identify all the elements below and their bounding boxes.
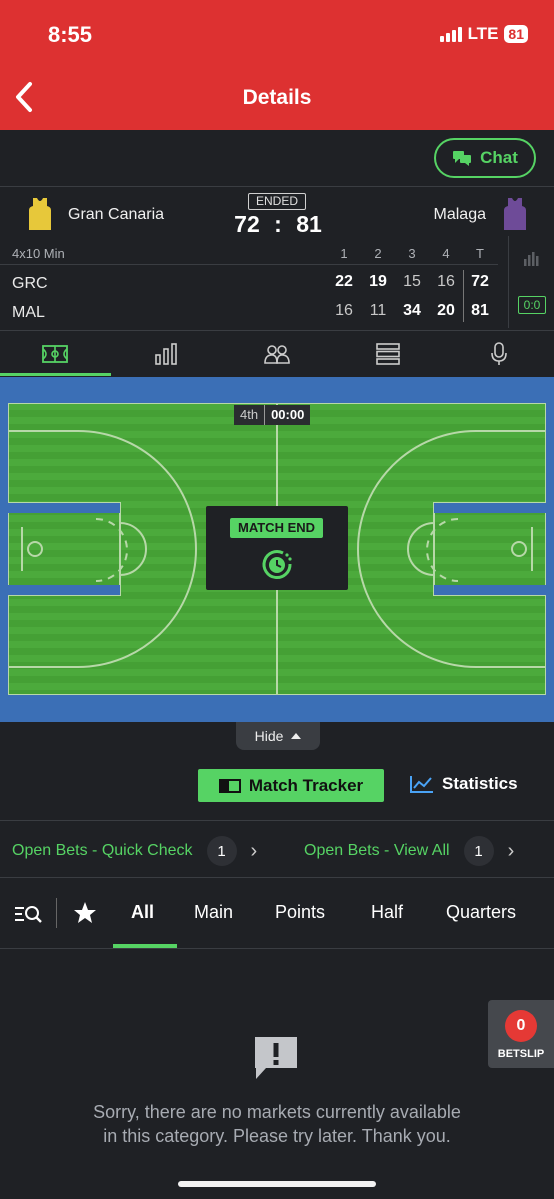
tab-half[interactable]: Half [371, 902, 403, 923]
microphone-icon [490, 342, 507, 365]
search-markets-icon[interactable] [14, 904, 42, 924]
boxscore-cell: 16 [335, 302, 353, 319]
away-jersey-icon [504, 198, 526, 230]
tab-lineups[interactable] [222, 332, 333, 376]
boxscore-team: GRC [12, 275, 48, 292]
tab-points[interactable]: Points [275, 902, 325, 923]
view-all-count: 1 [463, 836, 494, 866]
divider [0, 820, 554, 821]
betslip-label: BETSLIP [497, 1048, 545, 1060]
quarter-header: 2 [374, 246, 382, 261]
match-tracker-label: Match Tracker [248, 775, 364, 795]
match-details-screen: 8:55 LTE 81 Details Chat Gran Canaria EN… [0, 0, 554, 1199]
network-type: LTE [467, 24, 499, 43]
statistics-label: Statistics [442, 774, 518, 793]
detail-tabs [0, 332, 554, 376]
boxscore-cell: 22 [335, 273, 353, 290]
tab-separator [56, 898, 57, 928]
open-bets-view-all[interactable]: Open Bets - View All 1 › [304, 836, 514, 866]
chat-button[interactable]: Chat [434, 138, 536, 178]
alert-message-icon [255, 1037, 297, 1079]
quarter-header: 4 [442, 246, 450, 261]
score-separator: : [274, 211, 282, 237]
court-icon [42, 345, 69, 363]
hide-label: Hide [254, 728, 284, 744]
match-end-badge: MATCH END [230, 518, 323, 538]
quarter-header: 1 [340, 246, 348, 261]
tracker-icon [218, 778, 241, 793]
final-score: 72 : 81 [228, 211, 328, 238]
boxscore-total: 81 [471, 302, 489, 319]
mini-chart-icon [524, 252, 539, 266]
header-bar: 8:55 LTE 81 Details [0, 0, 554, 130]
tab-all[interactable]: All [131, 902, 154, 923]
quick-check-label: Open Bets - Quick Check [12, 842, 193, 859]
match-tracker-button[interactable]: Match Tracker [198, 769, 384, 802]
match-end-overlay: MATCH END [206, 506, 348, 590]
live-score-badge[interactable]: 0:0 [518, 296, 546, 314]
total-separator [463, 270, 464, 322]
home-team-name: Gran Canaria [68, 206, 165, 223]
clock-time: 00:00 [271, 407, 305, 422]
tab-court[interactable] [0, 332, 111, 376]
chevron-right-icon: › [507, 839, 515, 862]
boxscore-side-panel [508, 236, 554, 328]
quarter-header: 3 [408, 246, 416, 261]
statistics-button[interactable]: Statistics [410, 774, 518, 794]
boxscore-cell: 16 [437, 273, 455, 290]
boxscore-cell: 19 [369, 273, 387, 290]
game-clock: 4th 00:00 [234, 405, 311, 425]
tab-quarters[interactable]: Quarters [446, 902, 516, 923]
chevron-right-icon: › [250, 839, 258, 862]
boxscore-cell: 15 [403, 273, 421, 290]
tab-standings[interactable] [332, 332, 443, 376]
away-team-name: Malaga [433, 206, 486, 223]
game-format: 4x10 Min [12, 246, 65, 261]
table-icon [375, 343, 400, 365]
status-time: 8:55 [48, 22, 93, 47]
chat-icon [453, 151, 472, 166]
total-header: T [476, 246, 484, 261]
market-tabs: All Main Points Half Quarters [0, 890, 554, 948]
quick-check-count: 1 [206, 836, 237, 866]
home-score: 72 [234, 211, 260, 237]
divider [0, 186, 554, 187]
boxscore-total: 72 [471, 273, 489, 290]
line-chart-icon [410, 776, 433, 793]
signal-icon [439, 26, 462, 42]
divider [0, 877, 554, 878]
caret-up-icon [291, 733, 302, 739]
boxscore-team: MAL [12, 304, 45, 321]
tab-commentary[interactable] [443, 332, 554, 376]
chat-label: Chat [480, 148, 518, 167]
home-jersey-icon [29, 198, 51, 230]
boxscore-cell: 34 [403, 302, 421, 319]
boxscore-cell: 11 [369, 302, 387, 319]
betslip-count: 0 [505, 1010, 537, 1042]
timer-icon [262, 550, 292, 580]
divider [0, 330, 554, 331]
match-status-badge: ENDED [248, 193, 306, 210]
empty-markets-message: Sorry, there are no markets currently av… [93, 1102, 461, 1146]
star-icon[interactable] [73, 901, 97, 924]
battery-icon: 81 [504, 25, 528, 43]
open-bets-quick-check[interactable]: Open Bets - Quick Check 1 › [12, 836, 257, 866]
divider [0, 948, 554, 949]
boxscore-cell: 20 [437, 302, 455, 319]
status-indicators: LTE 81 [439, 24, 528, 44]
betslip-button[interactable]: 0 BETSLIP [488, 1000, 554, 1068]
tab-main[interactable]: Main [194, 902, 233, 923]
lineup-icon [264, 345, 290, 364]
tab-stats[interactable] [111, 332, 222, 376]
page-title: Details [242, 86, 312, 109]
away-score: 81 [296, 211, 322, 237]
bar-chart-icon [155, 343, 177, 365]
home-indicator[interactable] [178, 1181, 376, 1187]
quarter-label: 4th [234, 405, 266, 425]
hide-tracker-button[interactable]: Hide [236, 722, 320, 750]
view-all-label: Open Bets - View All [304, 842, 450, 859]
divider [0, 264, 498, 265]
